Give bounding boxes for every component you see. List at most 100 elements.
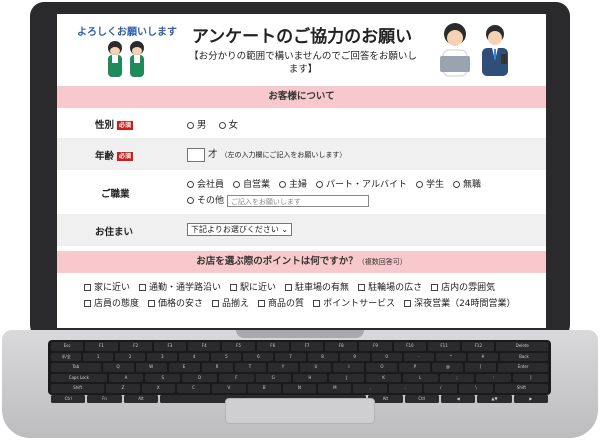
keyboard-key[interactable]: H <box>292 373 328 382</box>
checkbox[interactable] <box>313 300 321 307</box>
keyboard-key[interactable]: L <box>402 373 438 382</box>
keyboard-key[interactable]: Alt <box>123 394 159 403</box>
radio-button[interactable] <box>187 197 194 204</box>
point-option[interactable]: 店員の態度 <box>84 297 139 311</box>
radio-button[interactable] <box>316 181 324 188</box>
checkbox[interactable] <box>148 300 156 307</box>
keyboard-key[interactable]: U <box>300 363 332 372</box>
keyboard-key[interactable]: F8 <box>325 342 358 351</box>
keyboard-key[interactable]: Shift <box>51 384 105 393</box>
keyboard-key[interactable]: Enter <box>498 363 548 372</box>
checkbox[interactable] <box>431 284 439 291</box>
radio-button[interactable] <box>452 181 460 188</box>
keyboard-key[interactable]: Y <box>267 363 299 372</box>
keyboard-key[interactable]: K <box>366 373 401 382</box>
occupation-option[interactable]: パート・アルバイト <box>316 177 407 190</box>
keyboard-key[interactable]: I <box>333 363 365 372</box>
keyboard-key[interactable]: , <box>353 384 387 393</box>
gender-option-male[interactable]: 男 <box>187 117 207 131</box>
checkbox[interactable] <box>285 284 293 291</box>
keyboard-key[interactable]: 6 <box>243 352 274 361</box>
keyboard-key[interactable]: Delete <box>496 342 549 351</box>
trackpad[interactable] <box>225 398 375 424</box>
keyboard-key[interactable]: O <box>366 363 398 372</box>
keyboard-key[interactable]: F1 <box>85 342 118 351</box>
keyboard-key[interactable]: G <box>255 373 291 382</box>
keyboard-key[interactable]: Tab <box>51 363 101 372</box>
gender-option-female[interactable]: 女 <box>218 117 238 131</box>
keyboard-key[interactable]: Q <box>102 363 134 372</box>
keyboard-key[interactable]: Ctrl <box>51 394 86 403</box>
keyboard-key[interactable]: 7 <box>275 352 306 361</box>
keyboard-key[interactable]: - <box>403 352 434 361</box>
keyboard-key[interactable]: : <box>476 373 512 382</box>
keyboard-key[interactable]: V <box>212 384 246 393</box>
checkbox[interactable] <box>139 284 147 291</box>
keyboard-key[interactable]: W <box>135 363 167 372</box>
keyboard-key[interactable]: T <box>234 363 266 372</box>
address-select[interactable]: 下記よりお選びください ⌄ <box>187 223 293 236</box>
keyboard-key[interactable]: S <box>145 373 181 382</box>
radio-button[interactable] <box>218 122 226 129</box>
keyboard-key[interactable]: Shift <box>494 384 549 393</box>
radio-button[interactable] <box>187 122 194 129</box>
keyboard-key[interactable]: A <box>108 373 144 382</box>
checkbox[interactable] <box>212 300 220 307</box>
keyboard-key[interactable]: 3 <box>147 352 178 361</box>
keyboard-key[interactable]: ] <box>513 373 549 382</box>
radio-button[interactable] <box>187 181 194 188</box>
keyboard-key[interactable]: F3 <box>153 342 187 351</box>
keyboard-key[interactable]: ^ <box>435 352 466 361</box>
point-option[interactable]: 家に近い <box>84 281 130 295</box>
keyboard-key[interactable]: ▲▼ <box>477 394 512 403</box>
keyboard-key[interactable]: 8 <box>307 352 338 361</box>
keyboard-key[interactable]: 0 <box>371 352 402 361</box>
keyboard-key[interactable]: F2 <box>119 342 152 351</box>
keyboard-key[interactable]: ; <box>439 373 475 382</box>
keyboard-key[interactable]: P <box>399 363 431 372</box>
checkbox[interactable] <box>84 300 91 307</box>
keyboard-key[interactable]: F4 <box>188 342 221 351</box>
keyboard-key[interactable]: Fn <box>87 394 122 403</box>
keyboard-key[interactable]: E <box>168 363 200 372</box>
checkbox[interactable] <box>404 300 412 307</box>
keyboard-key[interactable]: 半/全 <box>51 352 82 361</box>
keyboard-key[interactable]: F7 <box>290 342 324 351</box>
keyboard-key[interactable]: Esc <box>51 342 84 351</box>
point-option[interactable]: 品揃え <box>212 297 249 311</box>
point-option[interactable]: 駐輪場の広さ <box>358 281 422 295</box>
point-option[interactable]: 価格の安さ <box>148 297 203 311</box>
keyboard-key[interactable]: ◀ <box>440 394 476 403</box>
point-option[interactable]: 店内の雰囲気 <box>431 281 495 295</box>
occupation-option[interactable]: 学生 <box>415 177 444 190</box>
keyboard-key[interactable]: ¥ <box>467 352 498 361</box>
point-option[interactable]: ポイントサービス <box>313 297 395 311</box>
keyboard-key[interactable]: M <box>318 384 352 393</box>
keyboard-key[interactable]: \ <box>459 384 493 393</box>
checkbox[interactable] <box>84 284 91 291</box>
keyboard-key[interactable]: Ctrl <box>404 394 439 403</box>
keyboard-key[interactable]: Z <box>106 384 140 393</box>
radio-button[interactable] <box>415 181 423 188</box>
keyboard-key[interactable]: F5 <box>222 342 255 351</box>
keyboard-key[interactable]: Back <box>499 352 548 361</box>
keyboard-key[interactable]: F9 <box>359 342 392 351</box>
point-option[interactable]: 駅に近い <box>230 281 276 295</box>
keyboard-key[interactable]: X <box>141 384 175 393</box>
keyboard-key[interactable]: [ <box>465 363 497 372</box>
checkbox[interactable] <box>358 284 366 291</box>
keyboard-key[interactable]: 1 <box>83 352 114 361</box>
keyboard-key[interactable]: @ <box>432 363 464 372</box>
occupation-option[interactable]: 自営業 <box>233 177 270 190</box>
age-input[interactable] <box>187 147 205 162</box>
keyboard-key[interactable]: D <box>182 373 217 382</box>
keyboard-key[interactable]: 9 <box>339 352 370 361</box>
checkbox[interactable] <box>258 300 266 307</box>
keyboard-key[interactable]: N <box>282 384 317 393</box>
keyboard-key[interactable]: R <box>201 363 233 372</box>
point-option[interactable]: 商品の質 <box>258 297 304 311</box>
occupation-option[interactable]: 主婦 <box>279 177 307 190</box>
occupation-option[interactable]: 無職 <box>452 177 481 190</box>
keyboard-key[interactable]: F12 <box>462 342 495 351</box>
occupation-option[interactable]: 会社員 <box>187 177 224 190</box>
